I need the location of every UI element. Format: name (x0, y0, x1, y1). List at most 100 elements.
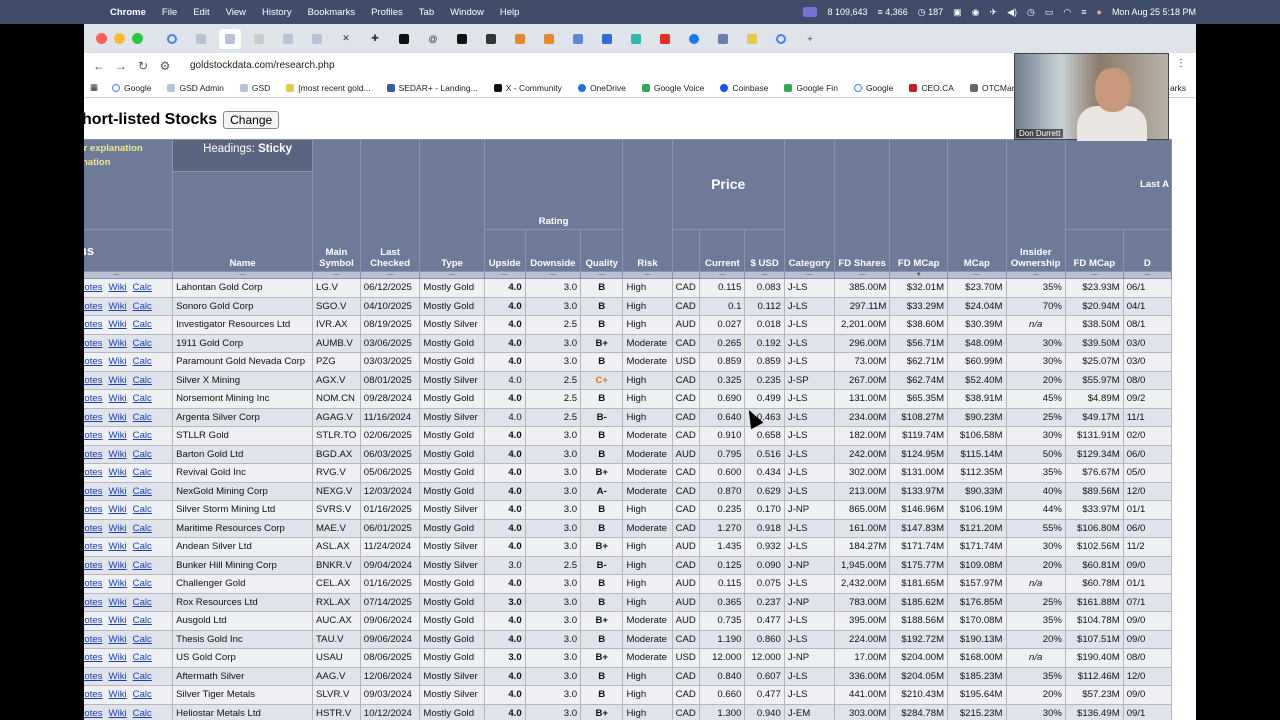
header-fd-mcap-2[interactable]: FD MCap (1064, 229, 1124, 272)
all-bookmarks[interactable]: arks (1170, 83, 1186, 93)
link-calc[interactable]: Calc (133, 375, 152, 386)
menubar-clock[interactable]: Mon Aug 25 5:18 PM (1112, 7, 1196, 17)
tab-grid[interactable] (712, 29, 734, 49)
sort-indicator[interactable]: — (833, 271, 891, 279)
link-notes[interactable]: Notes (84, 597, 103, 608)
table-row[interactable]: leNotesWikiCalcSilver Storm Mining LtdSV… (84, 500, 1173, 520)
menu-history[interactable]: History (262, 7, 292, 18)
header-type[interactable]: Type (419, 139, 485, 272)
link-wiki[interactable]: Wiki (109, 486, 127, 497)
tab-threads[interactable]: @ (422, 29, 444, 49)
bookmark-gsd[interactable]: GSD (239, 83, 270, 93)
header-risk[interactable]: Risk (622, 139, 673, 272)
link-wiki[interactable]: Wiki (109, 652, 127, 663)
link-wiki[interactable]: Wiki (109, 412, 127, 423)
header-insider-ownership[interactable]: Insider Ownership (1005, 139, 1066, 272)
table-row[interactable]: leNotesWikiCalcChallenger GoldCEL.AX01/1… (84, 574, 1173, 594)
link-notes[interactable]: Notes (84, 708, 103, 719)
tab-google-2[interactable] (770, 29, 792, 49)
link-notes[interactable]: Notes (84, 652, 103, 663)
bookmark-google-fin[interactable]: Google Fin (784, 83, 838, 93)
table-row[interactable]: leNotesWikiCalcHeliostar Metals LtdHSTR.… (84, 703, 1173, 720)
link-wiki[interactable]: Wiki (109, 430, 127, 441)
link-wiki[interactable]: Wiki (109, 634, 127, 645)
table-row[interactable]: leNotesWikiCalcMaritime Resources CorpMA… (84, 518, 1173, 538)
sort-indicator[interactable]: — (172, 271, 314, 279)
link-calc[interactable]: Calc (133, 597, 152, 608)
link-wiki[interactable]: Wiki (109, 541, 127, 552)
link-wiki[interactable]: Wiki (109, 301, 127, 312)
new-tab-button[interactable]: + (799, 29, 821, 49)
table-row[interactable]: leNotesWikiCalcRevival Gold IncRVG.V05/0… (84, 463, 1173, 483)
sort-indicator[interactable]: — (483, 271, 526, 279)
header-usd[interactable]: $ USD (744, 229, 785, 272)
link-notes[interactable]: Notes (84, 338, 103, 349)
tab-orange-2[interactable] (538, 29, 560, 49)
table-row[interactable]: leNotesWikiCalcParamount Gold Nevada Cor… (84, 352, 1173, 372)
bookmark-google-voice[interactable]: Google Voice (641, 83, 704, 93)
menu-help[interactable]: Help (500, 7, 520, 18)
control-center-icon[interactable]: ≡ (1081, 7, 1086, 17)
table-row[interactable]: leNotesWikiCalcSonoro Gold CorpSGO.V04/1… (84, 296, 1173, 316)
table-row[interactable]: leNotesWikiCalcLahontan Gold CorpLG.V06/… (84, 278, 1173, 298)
bookmark-ceo-ca[interactable]: CEO.CA (909, 83, 954, 93)
link-wiki[interactable]: Wiki (109, 578, 127, 589)
bookmark-google-2[interactable]: Google (853, 83, 893, 93)
wifi-icon[interactable]: ◠ (1063, 7, 1071, 18)
link-wiki[interactable]: Wiki (109, 319, 127, 330)
link-notes[interactable]: Notes (84, 393, 103, 404)
explanation-note[interactable]: er for explanation xplanation (84, 139, 174, 230)
link-notes[interactable]: Notes (84, 375, 103, 386)
table-row[interactable]: leNotesWikiCalcSTLLR GoldSTLR.TO02/06/20… (84, 426, 1173, 446)
sort-indicator[interactable]: — (1005, 271, 1066, 279)
header-quality[interactable]: Quality (580, 229, 624, 272)
link-notes[interactable]: Notes (84, 671, 103, 682)
sort-indicator[interactable]: — (699, 271, 746, 279)
link-calc[interactable]: Calc (133, 708, 152, 719)
link-calc[interactable]: Calc (133, 467, 152, 478)
tab-close[interactable]: ✕ (335, 29, 357, 49)
tab-teal[interactable] (625, 29, 647, 49)
tab-google[interactable] (161, 29, 183, 49)
table-row[interactable]: leNotesWikiCalcNexGold Mining CorpNEXG.V… (84, 481, 1173, 501)
link-calc[interactable]: Calc (133, 523, 152, 534)
screen-record-icon[interactable] (803, 7, 818, 17)
link-wiki[interactable]: Wiki (109, 615, 127, 626)
link-calc[interactable]: Calc (133, 430, 152, 441)
zoom-window-button[interactable] (132, 33, 143, 44)
grammarly-icon[interactable]: ◉ (972, 7, 980, 18)
link-calc[interactable]: Calc (133, 578, 152, 589)
header-category[interactable]: Category (783, 139, 835, 272)
link-wiki[interactable]: Wiki (109, 375, 127, 386)
tab-investing[interactable] (480, 29, 502, 49)
table-row[interactable]: leNotesWikiCalcAndean Silver LtdASL.AX11… (84, 537, 1173, 557)
link-calc[interactable]: Calc (133, 504, 152, 515)
table-row[interactable]: leNotesWikiCalcUS Gold CorpUSAU08/06/202… (84, 648, 1173, 668)
battery-icon[interactable]: ▭ (1045, 7, 1054, 18)
tab-x-1[interactable] (393, 29, 415, 49)
table-row[interactable]: leNotesWikiCalcArgenta Silver CorpAGAG.V… (84, 407, 1173, 427)
menu-file[interactable]: File (162, 7, 177, 18)
sort-indicator[interactable]: — (84, 271, 174, 279)
link-wiki[interactable]: Wiki (109, 338, 127, 349)
table-row[interactable]: leNotesWikiCalcBarton Gold LtdBGD.AX06/0… (84, 444, 1173, 464)
tab-yellow[interactable] (741, 29, 763, 49)
header-downside[interactable]: Downside (524, 229, 582, 272)
forward-icon[interactable]: → (110, 59, 132, 73)
tab-ref[interactable] (248, 29, 270, 49)
link-notes[interactable]: Notes (84, 449, 103, 460)
app-menu[interactable]: Chrome (110, 7, 146, 18)
sort-indicator[interactable]: — (359, 271, 421, 279)
table-row[interactable]: leNotesWikiCalcBunker Hill Mining CorpBN… (84, 555, 1173, 575)
change-button[interactable]: Change (223, 111, 280, 129)
dropbox-icon[interactable]: ▣ (953, 7, 962, 18)
sort-indicator[interactable]: — (524, 271, 582, 279)
link-notes[interactable]: Notes (84, 523, 103, 534)
link-calc[interactable]: Calc (133, 652, 152, 663)
sort-indicator[interactable]: ▼ (889, 271, 949, 279)
link-wiki[interactable]: Wiki (109, 523, 127, 534)
sort-indicator[interactable]: — (622, 271, 673, 279)
user-avatar-icon[interactable]: ● (1097, 7, 1102, 17)
table-row[interactable]: leNotesWikiCalcInvestigator Resources Lt… (84, 315, 1173, 335)
more-menu-icon[interactable]: ⋮ (1176, 58, 1186, 69)
